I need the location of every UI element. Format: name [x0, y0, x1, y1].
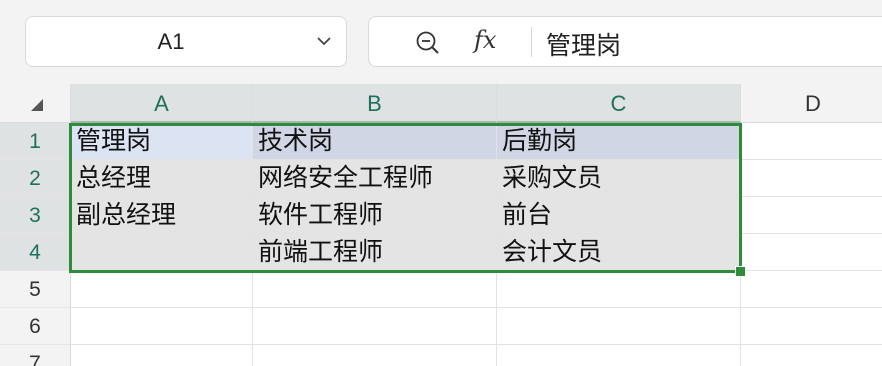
row-header-3[interactable]: 3: [0, 197, 71, 234]
cell-d4[interactable]: [741, 234, 882, 271]
cell-b3[interactable]: 软件工程师: [253, 197, 497, 234]
row-header-2[interactable]: 2: [0, 160, 71, 197]
cell-d1[interactable]: [741, 123, 882, 160]
cell-c5[interactable]: [497, 271, 741, 308]
zoom-out-icon[interactable]: [415, 30, 441, 56]
cell-b5[interactable]: [253, 271, 497, 308]
cell-b1[interactable]: 技术岗: [253, 123, 497, 160]
row-header-5[interactable]: 5: [0, 271, 71, 308]
cell-d5[interactable]: [741, 271, 882, 308]
cell-d6[interactable]: [741, 308, 882, 345]
cell-a1[interactable]: 管理岗: [71, 123, 253, 160]
column-header-a[interactable]: A: [71, 84, 253, 123]
row-header-4[interactable]: 4: [0, 234, 71, 271]
select-all-triangle-icon: [31, 99, 43, 111]
cell-c3[interactable]: 前台: [497, 197, 741, 234]
cell-d2[interactable]: [741, 160, 882, 197]
cell-a6[interactable]: [71, 308, 253, 345]
cell-a7[interactable]: [71, 345, 253, 366]
formula-content[interactable]: 管理岗: [546, 26, 621, 62]
spreadsheet-window: A1 fx 管理岗 A B C D 1 2 3 4 5 6 7 管理岗 技术岗 …: [0, 0, 882, 366]
cell-c4[interactable]: 会计文员: [497, 234, 741, 271]
cell-d3[interactable]: [741, 197, 882, 234]
cell-b6[interactable]: [253, 308, 497, 345]
cell-b4[interactable]: 前端工程师: [253, 234, 497, 271]
row-header-6[interactable]: 6: [0, 308, 71, 345]
cell-d7[interactable]: [741, 345, 882, 366]
name-box[interactable]: A1: [25, 16, 347, 67]
cell-c1[interactable]: 后勤岗: [497, 123, 741, 160]
fx-icon[interactable]: fx: [474, 26, 496, 54]
column-header-b[interactable]: B: [253, 84, 497, 123]
cell-b7[interactable]: [253, 345, 497, 366]
cell-c7[interactable]: [497, 345, 741, 366]
cell-a4[interactable]: [71, 234, 253, 271]
worksheet-grid[interactable]: A B C D 1 2 3 4 5 6 7 管理岗 技术岗 后勤岗 总经理 网络…: [0, 84, 882, 366]
column-header-d[interactable]: D: [741, 84, 882, 123]
select-all-corner[interactable]: [0, 84, 71, 123]
chevron-down-icon[interactable]: [314, 31, 334, 51]
row-header-7[interactable]: 7: [0, 345, 71, 366]
row-header-1[interactable]: 1: [0, 123, 71, 160]
column-header-c[interactable]: C: [497, 84, 741, 123]
formula-divider: [531, 27, 532, 57]
cell-c6[interactable]: [497, 308, 741, 345]
formula-bar[interactable]: fx 管理岗: [368, 16, 882, 67]
fill-handle[interactable]: [735, 266, 746, 277]
name-box-value: A1: [157, 29, 185, 54]
cell-a2[interactable]: 总经理: [71, 160, 253, 197]
cell-b2[interactable]: 网络安全工程师: [253, 160, 497, 197]
cell-a5[interactable]: [71, 271, 253, 308]
cell-c2[interactable]: 采购文员: [497, 160, 741, 197]
cell-a3[interactable]: 副总经理: [71, 197, 253, 234]
